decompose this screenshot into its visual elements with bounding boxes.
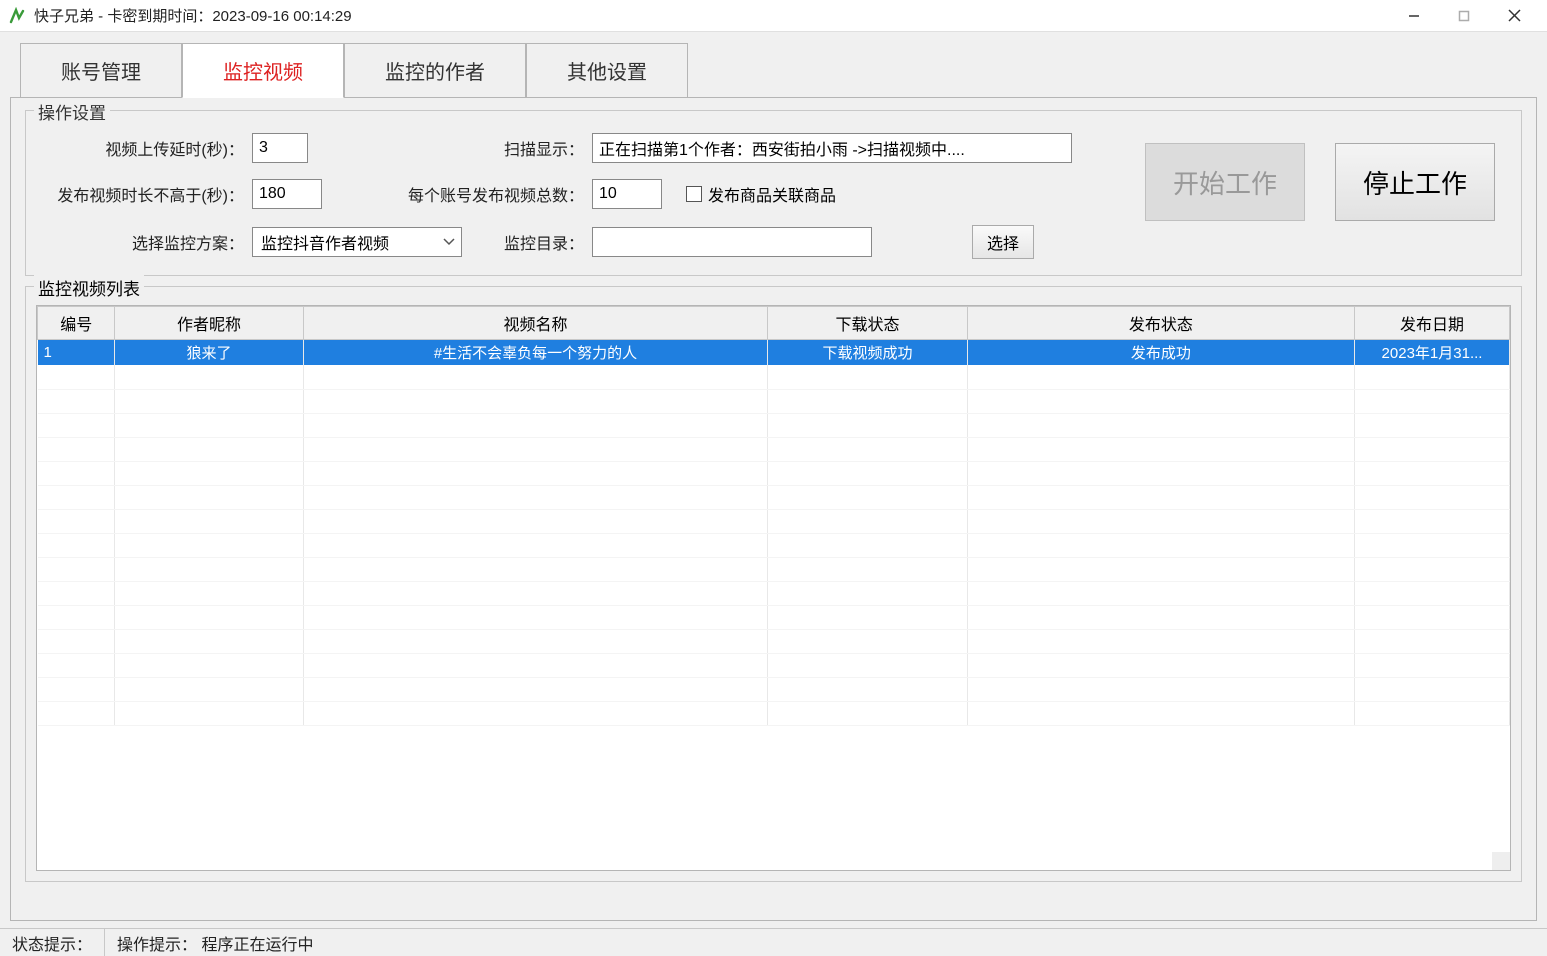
col-video-name[interactable]: 视频名称: [303, 307, 768, 340]
video-table: 编号 作者昵称 视频名称 下载状态 发布状态 发布日期 1 狼来了 #生活不会辜: [37, 306, 1510, 726]
status-right: 操作提示： 程序正在运行中: [105, 929, 325, 956]
table-row[interactable]: [38, 701, 1510, 725]
cell-id: 1: [38, 340, 115, 366]
video-list-legend: 监控视频列表: [34, 275, 144, 300]
table-row[interactable]: [38, 413, 1510, 437]
settings-group: 操作设置 视频上传延时(秒)： 扫描显示： 发布视频时长不高于(秒)： 每个账号…: [25, 110, 1522, 276]
choose-dir-button[interactable]: 选择: [972, 225, 1034, 259]
app-icon: [8, 7, 26, 25]
table-row[interactable]: [38, 605, 1510, 629]
table-row[interactable]: [38, 461, 1510, 485]
table-row[interactable]: [38, 653, 1510, 677]
maximize-button[interactable]: [1439, 0, 1489, 32]
cell-publish: 发布成功: [967, 340, 1354, 366]
tab-content: 操作设置 视频上传延时(秒)： 扫描显示： 发布视频时长不高于(秒)： 每个账号…: [10, 97, 1537, 921]
cell-download: 下载视频成功: [768, 340, 967, 366]
upload-delay-input[interactable]: [252, 133, 308, 163]
max-duration-label: 发布视频时长不高于(秒)：: [42, 182, 252, 206]
dir-input[interactable]: [592, 227, 872, 257]
tab-monitor-authors[interactable]: 监控的作者: [344, 43, 526, 98]
table-row[interactable]: [38, 485, 1510, 509]
upload-delay-label: 视频上传延时(秒)：: [42, 136, 252, 160]
status-left: 状态提示：: [0, 929, 105, 956]
col-publish-date[interactable]: 发布日期: [1355, 307, 1510, 340]
titlebar: 快子兄弟 - 卡密到期时间：2023-09-16 00:14:29: [0, 0, 1547, 32]
checkbox-icon: [686, 186, 702, 202]
table-header-row: 编号 作者昵称 视频名称 下载状态 发布状态 发布日期: [38, 307, 1510, 340]
video-list-group: 监控视频列表 编号 作者昵称 视频名称 下载状态 发布状态: [25, 286, 1522, 882]
minimize-button[interactable]: [1389, 0, 1439, 32]
table-row[interactable]: [38, 509, 1510, 533]
plan-label: 选择监控方案：: [42, 230, 252, 254]
per-account-input[interactable]: [592, 179, 662, 209]
tab-monitor-video[interactable]: 监控视频: [182, 43, 344, 98]
table-row[interactable]: [38, 677, 1510, 701]
video-table-wrap: 编号 作者昵称 视频名称 下载状态 发布状态 发布日期 1 狼来了 #生活不会辜: [36, 305, 1511, 871]
table-row[interactable]: [38, 365, 1510, 389]
settings-legend: 操作设置: [34, 99, 110, 124]
cell-video-name: #生活不会辜负每一个努力的人: [303, 340, 768, 366]
statusbar: 状态提示： 操作提示： 程序正在运行中: [0, 928, 1547, 956]
client-area: 账号管理 监控视频 监控的作者 其他设置 操作设置 视频上传延时(秒)： 扫描显…: [0, 32, 1547, 928]
col-id[interactable]: 编号: [38, 307, 115, 340]
table-row[interactable]: [38, 581, 1510, 605]
col-publish-status[interactable]: 发布状态: [967, 307, 1354, 340]
table-row[interactable]: [38, 437, 1510, 461]
table-row[interactable]: [38, 629, 1510, 653]
col-author[interactable]: 作者昵称: [115, 307, 303, 340]
window-title: 快子兄弟 - 卡密到期时间：2023-09-16 00:14:29: [34, 5, 352, 26]
publish-link-checkbox[interactable]: 发布商品关联商品: [686, 182, 836, 206]
tabs: 账号管理 监控视频 监控的作者 其他设置: [20, 42, 1537, 97]
tab-accounts[interactable]: 账号管理: [20, 43, 182, 98]
tab-other-settings[interactable]: 其他设置: [526, 43, 688, 98]
per-account-label: 每个账号发布视频总数：: [392, 182, 592, 206]
start-button[interactable]: 开始工作: [1145, 143, 1305, 221]
cell-date: 2023年1月31...: [1355, 340, 1510, 366]
table-row[interactable]: 1 狼来了 #生活不会辜负每一个努力的人 下载视频成功 发布成功 2023年1月…: [38, 340, 1510, 366]
scan-label: 扫描显示：: [392, 136, 592, 160]
stop-button[interactable]: 停止工作: [1335, 143, 1495, 221]
dir-label: 监控目录：: [392, 230, 592, 254]
scroll-corner: [1492, 852, 1510, 870]
max-duration-input[interactable]: [252, 179, 322, 209]
publish-link-label: 发布商品关联商品: [708, 182, 836, 206]
table-row[interactable]: [38, 533, 1510, 557]
table-row[interactable]: [38, 557, 1510, 581]
col-download-status[interactable]: 下载状态: [768, 307, 967, 340]
table-row[interactable]: [38, 389, 1510, 413]
plan-value: 监控抖音作者视频: [261, 230, 389, 254]
cell-author: 狼来了: [115, 340, 303, 366]
scan-display[interactable]: [592, 133, 1072, 163]
close-button[interactable]: [1489, 0, 1539, 32]
